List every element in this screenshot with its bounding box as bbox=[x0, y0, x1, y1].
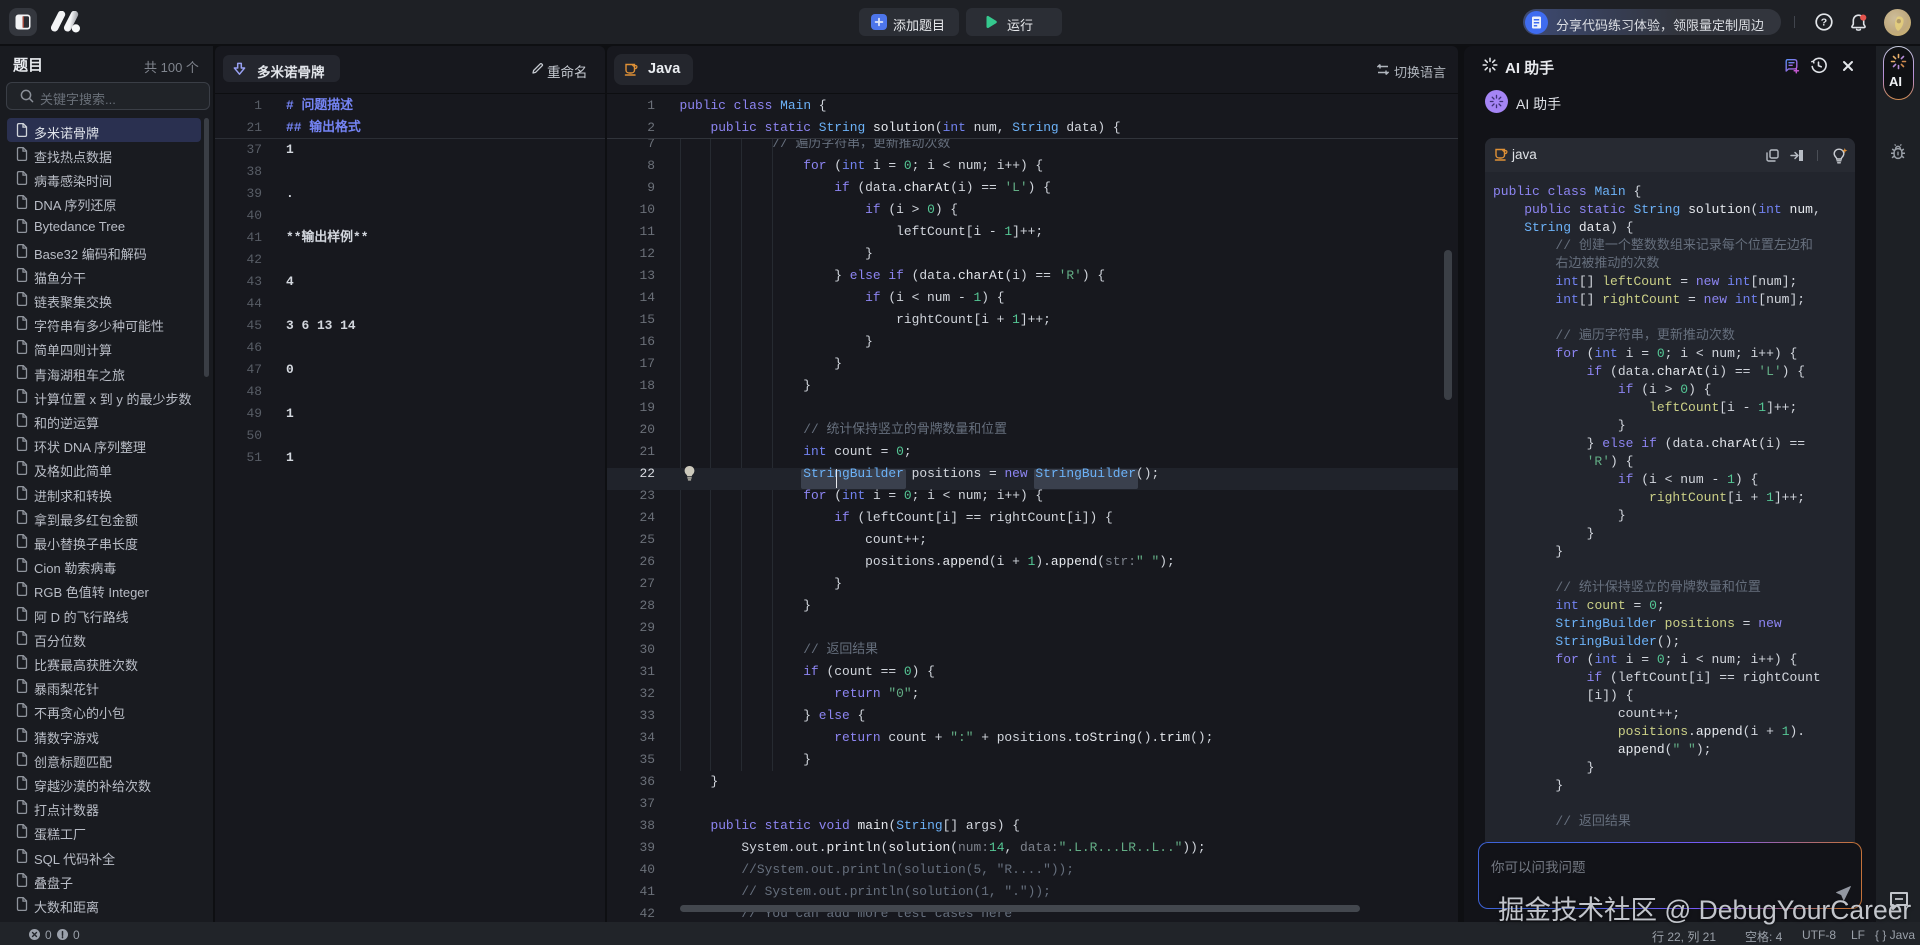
svg-text:?: ? bbox=[1821, 17, 1827, 29]
